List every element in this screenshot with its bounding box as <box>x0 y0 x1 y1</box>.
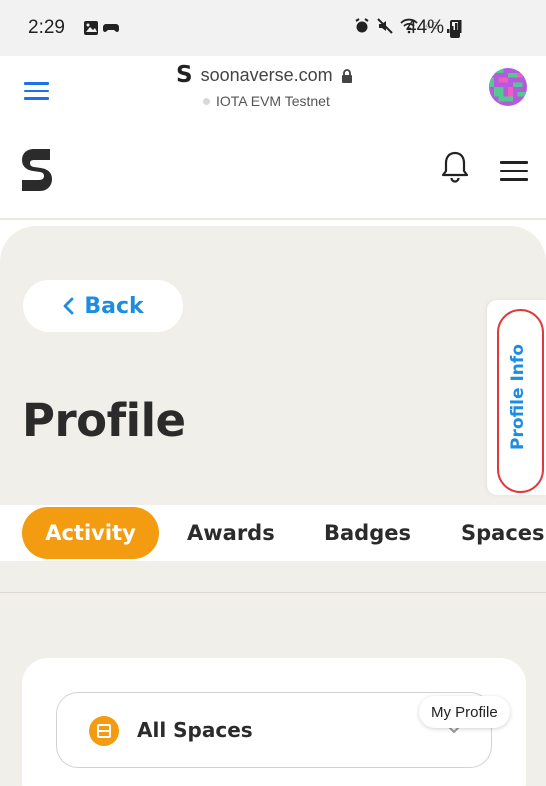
network-indicator: IOTA EVM Testnet <box>203 93 330 109</box>
address-bar[interactable]: S soonaverse.com <box>176 64 353 87</box>
battery-icon <box>450 20 460 38</box>
mute-icon <box>377 18 393 34</box>
hamburger-menu-icon[interactable] <box>24 82 49 100</box>
status-bar: 2:29 4G 44% <box>0 0 546 56</box>
avatar[interactable] <box>489 68 527 106</box>
my-profile-tooltip: My Profile <box>419 696 510 728</box>
app-header <box>0 130 546 220</box>
status-time: 2:29 <box>28 17 65 38</box>
site-logo-icon: S <box>176 62 193 88</box>
network-name: IOTA EVM Testnet <box>216 93 330 109</box>
back-button[interactable]: Back <box>23 280 183 332</box>
alarm-icon <box>355 18 369 33</box>
tab-activity[interactable]: Activity <box>22 507 159 559</box>
chevron-left-icon <box>63 297 74 315</box>
page-title: Profile <box>22 394 186 447</box>
tab-badges[interactable]: Badges <box>324 507 411 559</box>
site-domain: soonaverse.com <box>200 65 333 85</box>
back-label: Back <box>84 293 144 319</box>
tab-awards[interactable]: Awards <box>187 507 275 559</box>
lock-icon <box>341 68 352 83</box>
soonaverse-logo-icon[interactable] <box>20 147 54 193</box>
network-dot-icon <box>203 97 210 105</box>
tab-spaces[interactable]: Spaces <box>461 507 545 559</box>
menu-icon[interactable] <box>500 161 528 181</box>
bell-icon[interactable] <box>440 150 470 184</box>
space-icon <box>89 716 119 746</box>
game-controller-icon <box>103 24 119 32</box>
gallery-icon <box>84 21 98 35</box>
profile-tabs: Activity Awards Badges Spaces <box>0 505 546 561</box>
battery-percent: 44% <box>406 17 445 38</box>
space-select-value: All Spaces <box>137 718 253 742</box>
section-divider <box>0 592 546 593</box>
header-divider <box>0 218 546 220</box>
browser-bar: S soonaverse.com IOTA EVM Testnet <box>0 56 546 130</box>
highlight-annotation <box>497 309 544 493</box>
